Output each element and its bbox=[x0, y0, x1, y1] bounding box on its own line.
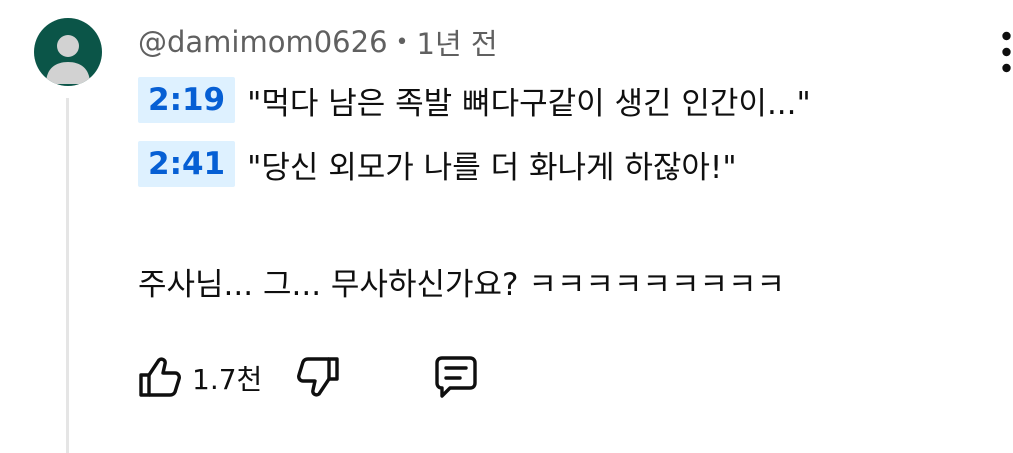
timestamp-link[interactable]: 2:41 bbox=[138, 141, 236, 187]
thumb-up-icon[interactable] bbox=[136, 353, 184, 401]
comment-line: 2:41 "당신 외모가 나를 더 화나게 하잖아!" bbox=[138, 141, 737, 187]
comment-line: 2:19 "먹다 남은 족발 뼈다구같이 생긴 인간이..." bbox=[138, 77, 811, 123]
comment-text: "먹다 남은 족발 뼈다구같이 생긴 인간이..." bbox=[247, 85, 811, 122]
thread-line bbox=[66, 98, 69, 453]
like-count: 1.7천 bbox=[192, 363, 263, 396]
comment-actions: 1.7천 bbox=[136, 350, 496, 404]
timestamp-link[interactable]: 2:19 bbox=[138, 77, 236, 123]
comment-text: 주사님... 그... 무사하신가요? ㅋㅋㅋㅋㅋㅋㅋㅋㅋ bbox=[138, 266, 786, 303]
comment-line: 주사님... 그... 무사하신가요? ㅋㅋㅋㅋㅋㅋㅋㅋㅋ bbox=[138, 258, 785, 304]
comment-time[interactable]: 1년 전 bbox=[417, 21, 498, 63]
default-avatar-icon bbox=[46, 35, 90, 84]
more-vert-icon[interactable] bbox=[1000, 30, 1013, 74]
meta-separator: • bbox=[395, 29, 409, 55]
avatar[interactable] bbox=[34, 18, 102, 86]
comment-icon[interactable] bbox=[432, 353, 480, 401]
comment-header: @damimom0626 • 1년 전 bbox=[138, 22, 498, 62]
thumb-down-icon[interactable] bbox=[294, 353, 342, 401]
comment-text: "당신 외모가 나를 더 화나게 하잖아!" bbox=[247, 149, 737, 186]
author-name[interactable]: @damimom0626 bbox=[138, 25, 388, 59]
